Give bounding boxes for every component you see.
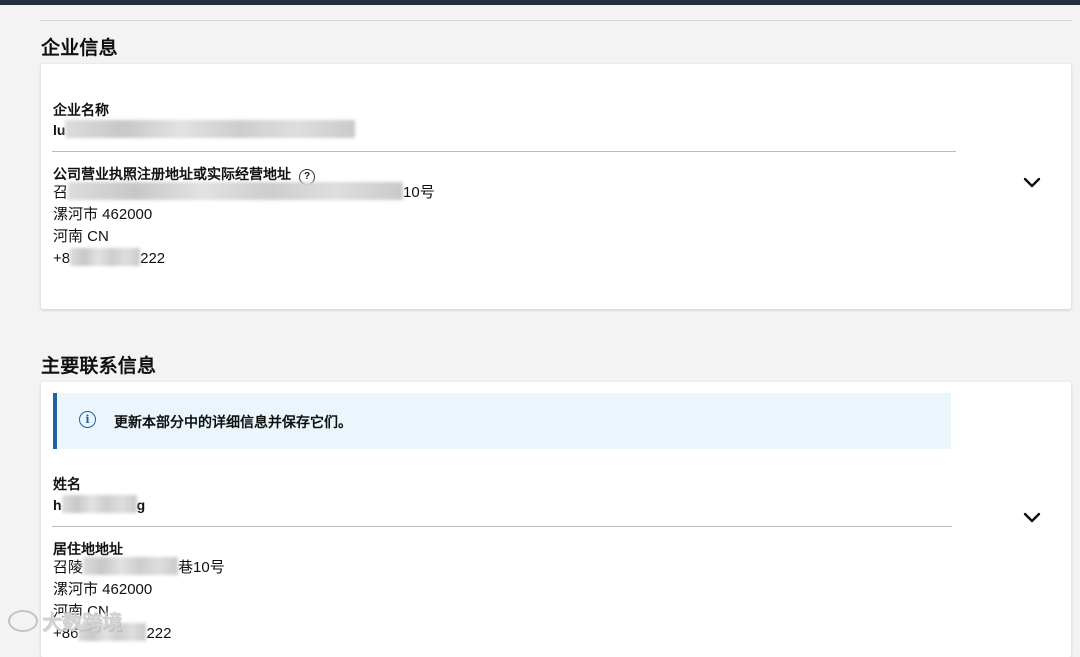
residence-line-1-prefix: 召陵 [53, 559, 84, 576]
company-name-label: 企业名称 [53, 102, 109, 118]
address-line-1-prefix: 召 [53, 184, 69, 201]
address-line-1-suffix: 10号 [403, 184, 435, 201]
watermark: 大数跨境 [8, 606, 122, 635]
top-bar [0, 0, 1080, 5]
info-alert: i 更新本部分中的详细信息并保存它们。 [53, 393, 951, 449]
address-line-1: 召 10号 [53, 182, 435, 204]
name-value: hg [53, 494, 145, 516]
company-info-card[interactable]: 企业名称 lu 公司营业执照注册地址或实际经营地址? 召 10号 漯河市 4620… [41, 64, 1071, 309]
redacted-residence [83, 557, 179, 575]
company-phone-suffix: 222 [140, 250, 166, 267]
redacted-address [68, 182, 404, 200]
residence-line-1-suffix: 巷10号 [178, 559, 225, 576]
company-phone: +8 222 [53, 248, 165, 270]
name-prefix: h [53, 497, 62, 513]
redacted-company-name [65, 120, 356, 138]
residence-label: 居住地地址 [53, 541, 123, 557]
residence-line-1: 召陵 巷10号 [53, 557, 225, 579]
address-line-2: 漯河市 462000 [53, 206, 153, 223]
company-name-value: lu [53, 119, 356, 141]
top-divider [40, 20, 1072, 21]
chevron-down-icon[interactable] [1021, 172, 1043, 194]
watermark-logo-icon [8, 610, 38, 632]
company-name-prefix: lu [53, 122, 66, 138]
address-line-3: 河南 CN [53, 228, 109, 245]
contact-section-title: 主要联系信息 [41, 356, 157, 377]
chevron-down-icon[interactable] [1021, 507, 1043, 529]
redacted-phone [70, 248, 141, 266]
company-phone-prefix: +8 [53, 250, 71, 267]
info-circle-icon: i [79, 411, 96, 428]
contact-phone-suffix: 222 [146, 625, 172, 642]
watermark-text: 大数跨境 [42, 612, 122, 634]
redacted-name [61, 495, 137, 513]
contact-divider [52, 526, 952, 527]
address-label-text: 公司营业执照注册地址或实际经营地址 [53, 166, 291, 182]
company-divider [52, 151, 956, 152]
residence-line-2: 漯河市 462000 [53, 581, 153, 598]
name-label: 姓名 [53, 476, 81, 492]
contact-info-card[interactable]: i 更新本部分中的详细信息并保存它们。 姓名 hg 居住地地址 召陵 巷10号 漯… [41, 382, 1071, 657]
alert-message: 更新本部分中的详细信息并保存它们。 [114, 414, 352, 430]
name-suffix: g [136, 497, 146, 513]
company-section-title: 企业信息 [41, 38, 118, 59]
